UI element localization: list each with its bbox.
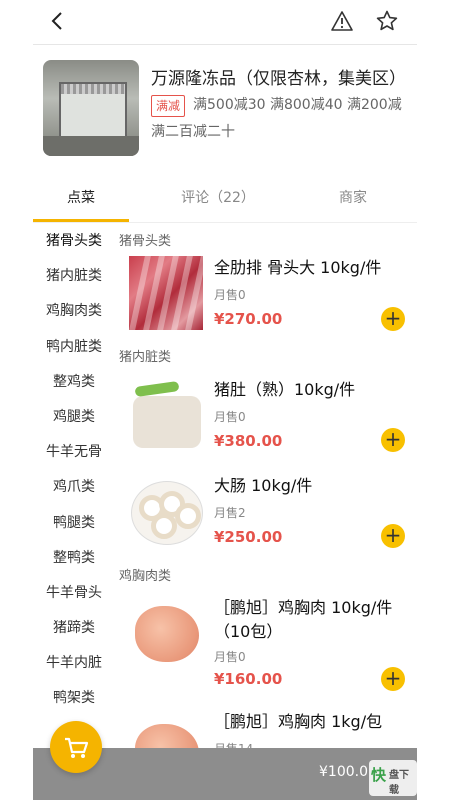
shop-photo — [43, 60, 139, 156]
promo-text: 满500减30 满800减40 满200减 — [193, 97, 402, 113]
product-price: ¥270.00 — [214, 310, 283, 328]
category-item[interactable]: 猪骨头类 — [33, 224, 115, 259]
shopping-cart-icon[interactable] — [50, 721, 102, 773]
tab-merchant[interactable]: 商家 — [305, 182, 401, 220]
watermark-logo: 快盘下载 — [369, 760, 417, 796]
add-to-cart-button[interactable]: + — [381, 524, 405, 548]
app-screen: 万源隆冻品（仅限杏林，集美区） 满减 满500减30 满800减40 满200减… — [33, 0, 417, 800]
category-item[interactable]: 鸡爪类 — [33, 470, 115, 505]
category-item[interactable]: 整鸡类 — [33, 365, 115, 400]
cart-total: ¥100.0 — [319, 764, 368, 780]
active-tab-indicator — [33, 219, 129, 222]
category-item[interactable]: 猪内脏类 — [33, 259, 115, 294]
category-item[interactable]: 鸭内脏类 — [33, 330, 115, 365]
category-item[interactable]: 鸡腿类 — [33, 400, 115, 435]
tab-reviews[interactable]: 评论（22） — [153, 182, 283, 220]
promo-badge: 满减 — [151, 95, 186, 117]
category-sidebar: 猪骨头类 猪内脏类 鸡胸肉类 鸭内脏类 整鸡类 鸡腿类 牛羊无骨 鸡爪类 鸭腿类… — [33, 224, 115, 800]
category-item[interactable]: 牛羊内脏 — [33, 646, 115, 681]
monthly-sales: 月售0 — [214, 650, 246, 664]
shop-name: 万源隆冻品（仅限杏林，集美区） — [151, 69, 406, 89]
category-item[interactable]: 牛羊骨头 — [33, 576, 115, 611]
product-name[interactable]: 猪肚（熟）10kg/件 — [214, 378, 355, 402]
product-image[interactable] — [129, 596, 203, 670]
warning-icon[interactable] — [330, 9, 354, 33]
monthly-sales: 月售2 — [214, 506, 246, 520]
product-name-line2: （10包） — [214, 622, 283, 641]
category-item[interactable]: 猪蹄类 — [33, 611, 115, 646]
section-header: 猪骨头类 — [119, 234, 172, 249]
add-to-cart-button[interactable]: + — [381, 307, 405, 331]
product-list: 猪骨头类 全肋排 骨头大 10kg/件 月售0 ¥270.00 + 猪内脏类 猪… — [117, 224, 417, 800]
product-name[interactable]: 大肠 10kg/件 — [214, 474, 312, 498]
monthly-sales: 月售0 — [214, 288, 246, 302]
star-icon[interactable] — [375, 9, 399, 33]
product-name[interactable]: 全肋排 骨头大 10kg/件 — [214, 256, 381, 280]
product-image[interactable] — [129, 378, 203, 452]
product-name[interactable]: ［鹏旭］鸡胸肉 1kg/包 — [214, 710, 382, 734]
category-item[interactable]: 牛羊无骨 — [33, 435, 115, 470]
category-item[interactable]: 鸭腿类 — [33, 506, 115, 541]
tab-bar: 点菜 评论（22） 商家 — [33, 182, 417, 223]
monthly-sales: 月售0 — [214, 410, 246, 424]
back-arrow-icon[interactable] — [47, 10, 69, 32]
add-to-cart-button[interactable]: + — [381, 667, 405, 691]
product-image[interactable] — [129, 473, 203, 547]
tab-menu[interactable]: 点菜 — [33, 182, 129, 220]
add-to-cart-button[interactable]: + — [381, 428, 405, 452]
category-item[interactable]: 整鸭类 — [33, 541, 115, 576]
product-price: ¥250.00 — [214, 528, 283, 546]
section-header: 猪内脏类 — [119, 350, 172, 365]
product-price: ¥380.00 — [214, 432, 283, 450]
product-name[interactable]: ［鹏旭］鸡胸肉 10kg/件 — [214, 596, 392, 620]
category-item[interactable]: 鸡胸肉类 — [33, 294, 115, 329]
promo-text-2: 满二百减二十 — [151, 124, 235, 140]
section-header: 鸡胸肉类 — [119, 569, 172, 584]
product-image[interactable] — [129, 256, 203, 330]
category-item[interactable]: 鸭架类 — [33, 681, 115, 716]
top-bar — [33, 0, 417, 45]
product-price: ¥160.00 — [214, 670, 283, 688]
